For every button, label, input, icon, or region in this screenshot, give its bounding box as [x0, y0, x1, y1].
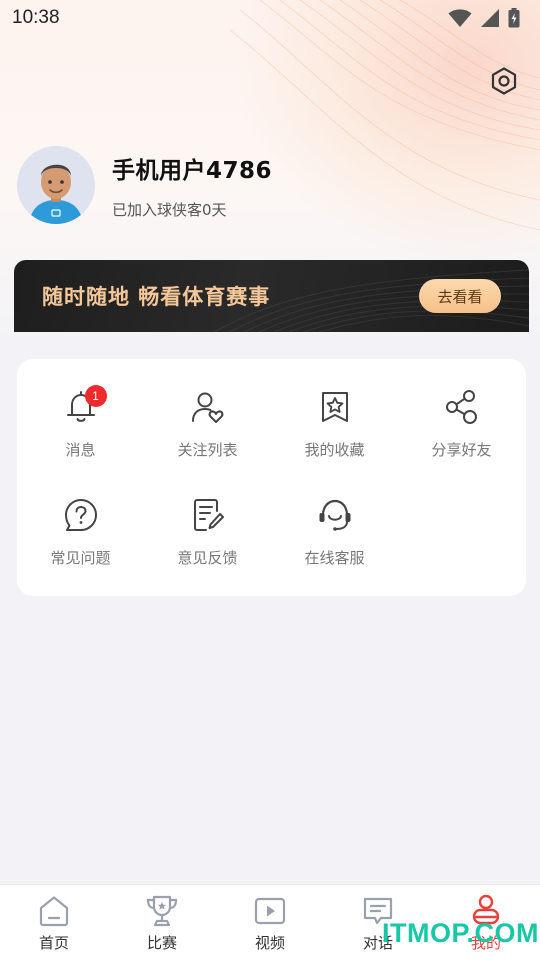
cellular-signal-icon: [481, 9, 499, 27]
profile-section[interactable]: 手机用户4786 已加入球侠客0天: [17, 146, 272, 224]
watermark: ITMOP.COM: [382, 918, 540, 948]
banner-go-watch-button[interactable]: 去看看: [419, 279, 501, 313]
promo-banner[interactable]: 随时随地 畅看体育赛事 去看看: [14, 260, 529, 332]
tab-matches[interactable]: 比赛: [108, 885, 216, 960]
tab-label: 首页: [38, 934, 69, 952]
tab-label: 视频: [254, 934, 285, 952]
tab-videos[interactable]: 视频: [216, 885, 324, 960]
tab-home[interactable]: 首页: [0, 885, 108, 960]
menu-item-label: 意见反馈: [177, 549, 238, 567]
menu-item-faq[interactable]: 常见问题: [17, 467, 144, 567]
menu-item-feedback[interactable]: 意见反馈: [144, 467, 271, 567]
bookmark-star-icon: [321, 392, 348, 422]
menu-item-label: 常见问题: [50, 549, 111, 567]
joined-days-text: 已加入球侠客0天: [112, 200, 227, 219]
battery-icon: [508, 8, 520, 28]
menu-item-favorites[interactable]: 我的收藏: [271, 359, 398, 459]
tab-label: 比赛: [146, 934, 177, 952]
avatar-illustration: [17, 146, 95, 224]
settings-hexagon-icon: [491, 67, 517, 95]
trophy-icon: [146, 895, 178, 927]
menu-item-label: 关注列表: [177, 441, 238, 459]
share-icon: [445, 390, 477, 424]
message-count-badge: 1: [84, 385, 107, 407]
user-heart-icon: [191, 392, 223, 423]
menu-item-share[interactable]: 分享好友: [398, 359, 525, 459]
menu-item-label: 分享好友: [431, 441, 492, 459]
home-icon: [39, 896, 69, 927]
question-icon: [64, 499, 97, 531]
headset-icon: [319, 499, 350, 531]
feedback-edit-icon: [193, 499, 224, 531]
username: 手机用户4786: [112, 157, 273, 184]
menu-item-customer-service[interactable]: 在线客服: [271, 467, 398, 567]
video-play-icon: [254, 897, 286, 925]
menu-card: 1 消息 关注列表 我的收藏 分享好友 常见问题 意见反馈 在线客服: [17, 359, 526, 596]
avatar[interactable]: [17, 146, 95, 224]
menu-item-label: 我的收藏: [304, 441, 365, 459]
menu-item-label: 在线客服: [304, 549, 365, 567]
menu-item-label: 消息: [65, 441, 96, 459]
settings-button[interactable]: [486, 63, 522, 99]
status-time: 10:38: [12, 7, 60, 28]
menu-item-messages[interactable]: 1 消息: [17, 359, 144, 459]
menu-item-following[interactable]: 关注列表: [144, 359, 271, 459]
wifi-icon: [448, 9, 472, 27]
status-bar: 10:38: [0, 0, 540, 36]
banner-text: 随时随地 畅看体育赛事: [42, 285, 271, 309]
